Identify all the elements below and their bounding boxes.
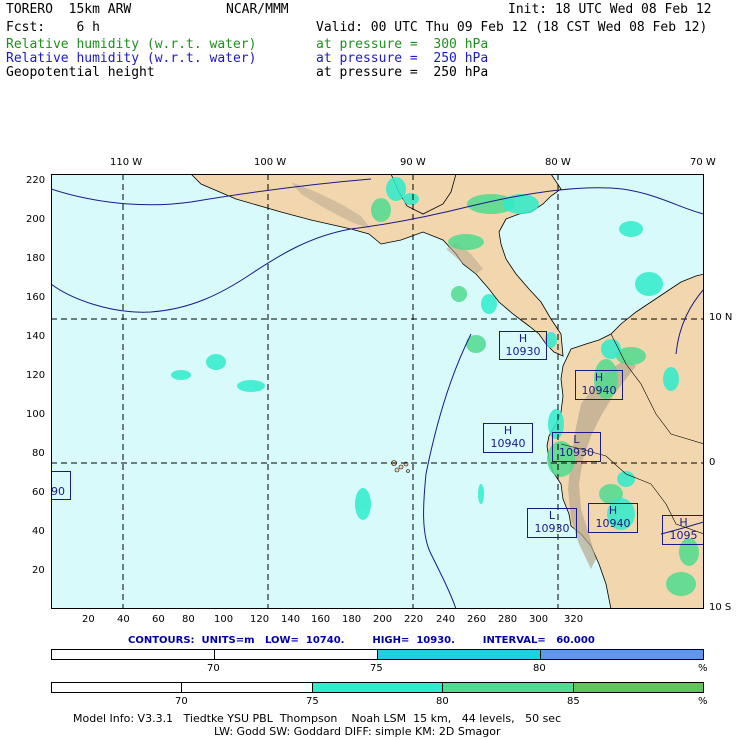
colorbar-rh-300 <box>51 682 704 693</box>
y-tick: 160 <box>26 292 46 303</box>
hl-letter: L <box>548 509 556 522</box>
init-time: Init: 18 UTC Wed 08 Feb 12 <box>508 2 712 17</box>
x-tick: 160 <box>311 614 331 625</box>
hl-value: 10940 <box>581 384 617 397</box>
lat-label-10n: 10 N <box>709 312 733 323</box>
y-tick: 140 <box>26 331 46 342</box>
y-tick: 80 <box>32 448 45 459</box>
lat-label-eq: 0 <box>709 457 716 468</box>
x-tick: 200 <box>373 614 393 625</box>
field-1-name: Relative humidity (w.r.t. water) <box>6 37 257 52</box>
colorbar-segment <box>378 650 541 659</box>
colorbar-segment <box>313 683 443 692</box>
x-tick: 100 <box>214 614 234 625</box>
hl-letter <box>51 472 70 485</box>
lon-label-90w: 90 W <box>400 157 426 168</box>
contours-info: CONTOURS: UNITS=m LOW= 10740. HIGH= 1093… <box>128 635 595 646</box>
colorbar-rh-250 <box>51 649 704 660</box>
hl-letter: L <box>573 433 580 446</box>
hl-value: 1095 <box>669 529 698 542</box>
x-tick: 80 <box>182 614 195 625</box>
y-tick: 220 <box>26 175 46 186</box>
height-min-box: L 10930 <box>552 432 601 462</box>
x-tick: 240 <box>436 614 456 625</box>
colorbar-250-label: 75 <box>370 663 383 674</box>
colorbar-300-label: 75 <box>306 696 319 707</box>
y-tick: 60 <box>32 487 45 498</box>
colorbar-segment <box>182 683 313 692</box>
colorbar-segment <box>443 683 574 692</box>
model-title: TORERO 15km ARW <box>6 2 132 17</box>
hl-letter: H <box>518 332 528 345</box>
colorbar-300-label: 80 <box>436 696 449 707</box>
x-tick: 220 <box>404 614 424 625</box>
org-label: NCAR/MMM <box>226 2 289 17</box>
x-tick: 140 <box>281 614 301 625</box>
height-max-box: H 10940 <box>575 370 623 400</box>
field-1-level: at pressure = 300 hPa <box>316 37 489 52</box>
hl-letter: H <box>594 371 604 384</box>
colorbar-segment <box>215 650 378 659</box>
y-tick: 40 <box>32 526 45 537</box>
x-tick: 260 <box>467 614 487 625</box>
lon-label-100w: 100 W <box>254 157 287 168</box>
colorbar-300-unit: % <box>698 696 708 707</box>
colorbar-segment <box>52 683 182 692</box>
hl-letter: H <box>503 424 513 437</box>
model-info: Model Info: V3.3.1 Tiedtke YSU PBL Thomp… <box>73 712 562 725</box>
field-2-level: at pressure = 250 hPa <box>316 51 489 66</box>
x-tick: 40 <box>117 614 130 625</box>
colorbar-250-label: 70 <box>207 663 220 674</box>
x-tick: 20 <box>82 614 95 625</box>
lon-label-80w: 80 W <box>545 157 571 168</box>
y-tick: 120 <box>26 370 46 381</box>
hl-value: 10930 <box>505 345 541 358</box>
hl-letter: H <box>608 504 618 517</box>
x-tick: 320 <box>564 614 584 625</box>
x-tick: 120 <box>250 614 270 625</box>
field-3-name: Geopotential height <box>6 65 155 80</box>
y-tick: 200 <box>26 214 46 225</box>
height-max-box: H 10940 <box>588 503 638 533</box>
field-2-name: Relative humidity (w.r.t. water) <box>6 51 257 66</box>
physics-info: LW: Godd SW: Goddard DIFF: simple KM: 2D… <box>214 725 501 738</box>
forecast-hour: Fcst: 6 h <box>6 20 100 35</box>
x-tick: 60 <box>152 614 165 625</box>
valid-time: Valid: 00 UTC Thu 09 Feb 12 (18 CST Wed … <box>316 20 708 35</box>
x-tick: 180 <box>342 614 362 625</box>
lat-label-10s: 10 S <box>709 602 732 613</box>
x-tick: 280 <box>498 614 518 625</box>
height-max-box: H 10930 <box>499 331 547 360</box>
colorbar-250-label: 80 <box>533 663 546 674</box>
colorbar-segment <box>52 650 215 659</box>
lon-label-110w: 110 W <box>110 157 143 168</box>
hl-letter: H <box>679 516 688 529</box>
hl-value: 10930 <box>559 446 594 459</box>
height-min-box: L 10930 <box>527 508 577 538</box>
hl-value: 10930 <box>534 522 570 535</box>
hl-value: 10940 <box>490 437 526 450</box>
colorbar-300-label: 85 <box>567 696 580 707</box>
height-edge-box: 90 <box>51 471 71 500</box>
colorbar-segment <box>541 650 703 659</box>
colorbar-250-unit: % <box>698 663 708 674</box>
colorbar-segment <box>574 683 703 692</box>
x-tick: 300 <box>529 614 549 625</box>
y-tick: 20 <box>32 565 45 576</box>
colorbar-300-label: 70 <box>175 696 188 707</box>
field-3-level: at pressure = 250 hPa <box>316 65 489 80</box>
height-max-box: H 10940 <box>483 423 533 453</box>
hl-value: 90 <box>51 485 65 498</box>
hl-value: 10940 <box>595 517 631 530</box>
lon-label-70w: 70 W <box>690 157 716 168</box>
y-tick: 100 <box>26 409 46 420</box>
y-tick: 180 <box>26 253 46 264</box>
height-max-box: H 1095 <box>662 515 704 545</box>
